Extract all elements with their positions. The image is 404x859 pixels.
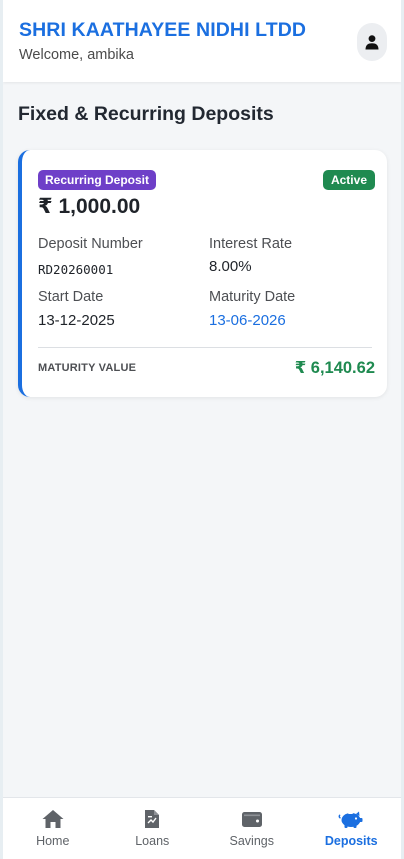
nav-label-home: Home (36, 834, 70, 848)
maturity-value-label: MATURITY VALUE (38, 362, 137, 374)
deposit-card[interactable]: Recurring Deposit Active ₹ 1,000.00 Depo… (18, 150, 387, 397)
status-badge: Active (322, 170, 375, 190)
start-date-value: 13-12-2025 (38, 312, 115, 329)
nav-label-loans: Loans (135, 834, 170, 848)
interest-rate-label: Interest Rate (209, 236, 293, 252)
piggy-bank-icon (338, 808, 364, 830)
brand-title: SHRI KAATHAYEE NIDHI LTDD (19, 19, 307, 41)
card-divider (38, 347, 372, 348)
maturity-date-label: Maturity Date (209, 289, 296, 305)
maturity-date-value: 13-06-2026 (209, 312, 286, 329)
profile-button[interactable] (357, 23, 387, 61)
page-title: Fixed & Recurring Deposits (18, 103, 274, 125)
app-header: SHRI KAATHAYEE NIDHI LTDD Welcome, ambik… (3, 0, 401, 82)
deposit-amount: ₹ 1,000.00 (38, 195, 141, 218)
nav-item-savings[interactable]: Savings (202, 798, 302, 859)
home-icon (41, 808, 65, 830)
document-icon (144, 808, 160, 830)
deposit-number-value: RD20260001 (38, 262, 114, 277)
maturity-value-amount: ₹ 6,140.62 (294, 359, 375, 377)
deposit-type-badge: Recurring Deposit (38, 170, 157, 190)
nav-item-home[interactable]: Home (3, 798, 103, 859)
nav-item-loans[interactable]: Loans (103, 798, 203, 859)
nav-label-savings: Savings (229, 834, 274, 848)
user-icon (365, 35, 379, 50)
app-screen: SHRI KAATHAYEE NIDHI LTDD Welcome, ambik… (3, 0, 401, 859)
start-date-label: Start Date (38, 289, 104, 305)
deposit-number-label: Deposit Number (38, 236, 143, 252)
bottom-nav: Home Loans Savings Deposits (3, 797, 401, 859)
interest-rate-value: 8.00% (209, 258, 252, 275)
wallet-icon (241, 808, 263, 830)
nav-item-deposits[interactable]: Deposits (302, 798, 402, 859)
welcome-text: Welcome, ambika (19, 47, 134, 63)
nav-label-deposits: Deposits (324, 834, 378, 848)
